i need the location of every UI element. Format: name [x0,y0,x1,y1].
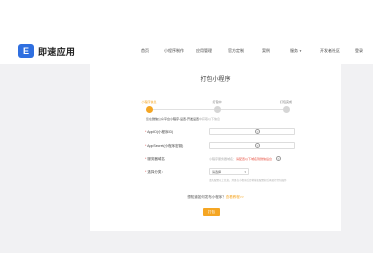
nav-item-services-label: 服务 [290,48,298,53]
progress-steps: 小程序信息 打包中 打包完成 [141,100,292,116]
appsecret-input[interactable] [209,142,295,149]
package-card: 打包小程序 小程序信息 打包中 打包完成 您在微信公众平台小程序-设置-开发设置… [90,62,341,231]
hint-suffix: 中获取以下信息 [199,117,221,121]
help-icon[interactable]: ? [276,156,281,161]
hint-highlight: 微信公众平台小程序-设置-开发设置 [152,117,200,121]
page-title: 打包小程序 [200,77,231,83]
nav-item-login[interactable]: 登录 [355,48,363,54]
top-navigation-bar: E 即速应用 首页 小程序制作 应用管理 官方定制 案例 服务▼ 开发者社区 登… [0,0,373,64]
domain-tip-warning: 请配置以下域名到微信后台 [236,157,273,161]
info-hint: 您在微信公众平台小程序-设置-开发设置中获取以下信息 [146,117,306,121]
domain-tip-prefix: 小程序服务器域名： [209,157,237,161]
step-dot-1 [146,106,153,113]
tutorial-link[interactable]: 查看教程>> [226,195,244,199]
appid-row: AppID(小程序ID) ? [90,128,341,138]
help-icon[interactable]: ? [255,143,260,148]
appid-label: AppID(小程序ID) [145,130,173,135]
appsecret-row: AppSecret(小程序密钥) ? [90,142,341,152]
nav-item-dev-community[interactable]: 开发者社区 [320,48,340,54]
category-select[interactable]: 请选择 ▾ [209,168,249,175]
tutorial-link-row: 想知道如何发布小程序？查看教程>> [90,195,341,200]
nav-item-home[interactable]: 首页 [141,48,149,54]
category-label: 选择分类： [145,170,165,175]
package-button[interactable]: 打包 [203,208,220,216]
nav-item-official-custom[interactable]: 官方定制 [228,48,244,54]
step-dot-2 [214,106,221,113]
chevron-down-icon: ▼ [299,49,302,53]
step-dot-3 [283,106,290,113]
step-label-1: 小程序信息 [141,100,157,104]
category-row: 选择分类： 请选择 ▾ [90,168,341,178]
main-nav: 首页 小程序制作 应用管理 官方定制 案例 服务▼ 开发者社区 登录 [0,48,373,58]
help-icon[interactable]: ? [255,129,260,134]
step-label-2: 打包中 [212,100,222,104]
nav-item-mini-program[interactable]: 小程序制作 [164,48,184,54]
tutorial-prefix: 想知道如何发布小程序？ [187,195,226,199]
appsecret-label: AppSecret(小程序密钥) [145,144,183,149]
domain-label: 服务器域名 [145,157,165,162]
domain-tip: 小程序服务器域名：请配置以下域名到微信后台 [209,157,272,161]
nav-item-app-manage[interactable]: 应用管理 [196,48,212,54]
nav-item-services[interactable]: 服务▼ [290,48,302,54]
appid-input[interactable] [209,128,295,135]
category-note: 请先配置以上信息，并且在小程序后台将域名配置好后再进行打包操作 [209,179,287,182]
nav-item-cases[interactable]: 案例 [262,48,270,54]
chevron-down-icon: ▾ [244,170,246,174]
step-label-3: 打包完成 [279,100,293,104]
domain-row: 服务器域名 小程序服务器域名：请配置以下域名到微信后台 ? [90,155,341,165]
category-select-value: 请选择 [212,170,222,174]
